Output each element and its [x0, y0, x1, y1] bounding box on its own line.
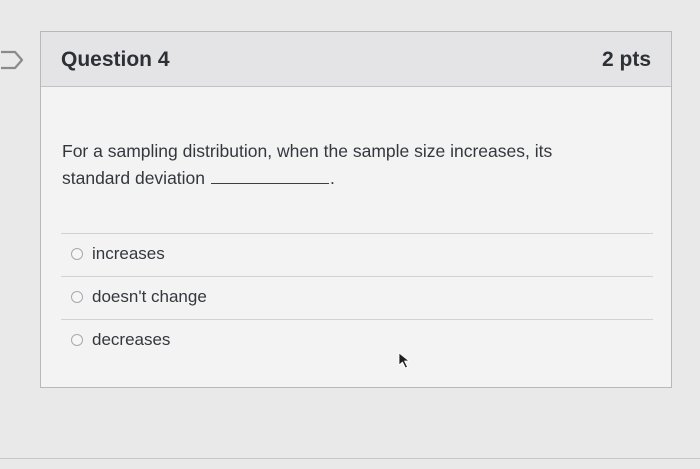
- fill-in-blank: [211, 167, 330, 184]
- question-points: 2 pts: [601, 48, 651, 71]
- answer-label[interactable]: decreases: [92, 330, 170, 350]
- radio-circle-icon[interactable]: [71, 248, 83, 260]
- answer-list: increases doesn't change decreases: [61, 233, 653, 362]
- question-card: Question 4 2 pts For a sampling distribu…: [40, 31, 672, 388]
- question-text: For a sampling distribution, when the sa…: [62, 138, 622, 192]
- answer-option-decreases[interactable]: decreases: [61, 319, 653, 362]
- answer-label[interactable]: doesn't change: [92, 287, 207, 307]
- answer-option-doesnt-change[interactable]: doesn't change: [61, 276, 653, 319]
- mouse-pointer-icon: [398, 352, 410, 369]
- question-title: Question 4: [61, 48, 170, 71]
- question-header: Question 4 2 pts: [41, 32, 671, 87]
- question-text-end: .: [330, 168, 335, 188]
- flag-question-icon[interactable]: [0, 49, 26, 71]
- answer-option-increases[interactable]: increases: [61, 233, 653, 276]
- radio-circle-icon[interactable]: [71, 334, 83, 346]
- bottom-divider: [0, 458, 700, 459]
- radio-circle-icon[interactable]: [71, 291, 83, 303]
- answer-label[interactable]: increases: [92, 244, 165, 264]
